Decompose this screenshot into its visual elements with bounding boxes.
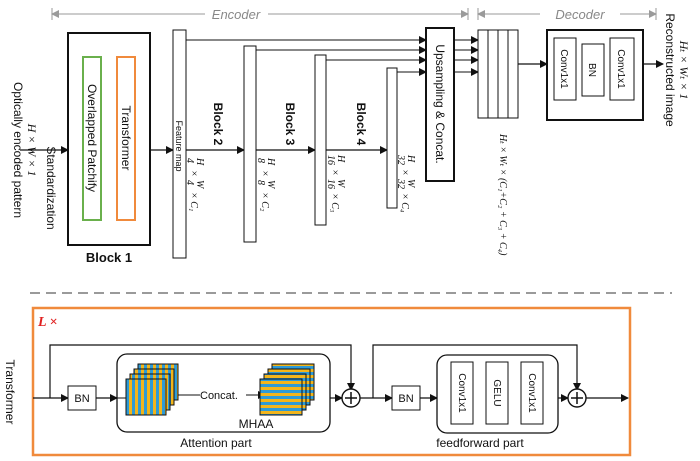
upsampling-label: Upsampling & Concat.	[433, 44, 447, 163]
decoder-bracket: Decoder	[477, 7, 657, 22]
svg-text:×: ×	[399, 169, 410, 176]
decoder-layer-2: Conv1x1	[615, 49, 626, 89]
output-label: Reconstructed image	[663, 13, 677, 127]
feedforward-part-label: feedforward part	[436, 436, 524, 450]
block1-title: Block 1	[86, 250, 132, 265]
svg-text:BN: BN	[74, 393, 89, 405]
decoder-block: Conv1x1 BN Conv1x1	[546, 29, 644, 121]
add-1	[341, 388, 361, 408]
output-dims: Hₜ × Wₜ × 1	[677, 40, 691, 100]
stage-dims-3: H 32 × W 32 × C₄	[395, 154, 416, 213]
concat-dims: Hₜ × Wₜ × (C₁+C₂ + C₃ + C₄)	[497, 133, 508, 256]
stage-name-0: Block 2	[211, 103, 225, 146]
block1-transformer-label: Transformer	[119, 106, 133, 171]
decoder-label: Decoder	[555, 7, 605, 22]
concat-op: Concat.	[200, 390, 238, 402]
stage-dims-1: H 8 × W 8 × C₂	[255, 157, 276, 212]
architecture-diagram: Encoder Decoder Optically encoded patter…	[3, 7, 691, 457]
stage-dims-2: H 16 × W 16 × C₃	[325, 154, 346, 213]
svg-text:BN: BN	[398, 393, 413, 405]
svg-text:32: 32	[395, 154, 406, 165]
upsample-to-concat	[454, 36, 479, 76]
decoder-layer-1: BN	[586, 63, 597, 77]
stage-name-1: Block 3	[283, 103, 297, 146]
svg-text:4: 4	[184, 180, 195, 185]
encoder-bracket: Encoder	[51, 7, 469, 22]
svg-text:×: ×	[259, 170, 270, 177]
svg-text:× C₁: × C₁	[188, 192, 199, 211]
svg-text:× C₄: × C₄	[399, 193, 410, 213]
standardization-label: Standardization	[44, 146, 58, 229]
stage-dims-0: H 4 × W 4 × C₁	[184, 157, 205, 211]
svg-text:32: 32	[395, 178, 406, 189]
decoder-layer-0: Conv1x1	[558, 49, 569, 89]
add-2	[567, 388, 587, 408]
skip-connections	[186, 36, 427, 76]
svg-text:16: 16	[325, 179, 336, 189]
block1: Overlapped Patchify Transformer Block 1	[67, 32, 151, 265]
feature-map-label: Feature map	[174, 120, 184, 171]
transformer-side-label: Transformer	[3, 360, 17, 425]
svg-text:16: 16	[325, 155, 336, 165]
svg-text:× C₃: × C₃	[329, 193, 340, 213]
encoder-label: Encoder	[212, 7, 261, 22]
svg-text:8: 8	[255, 180, 266, 185]
svg-text:×: ×	[329, 169, 340, 176]
feature-map-3	[314, 54, 327, 226]
feature-map-2	[243, 45, 257, 243]
attention-heads-right	[259, 363, 315, 416]
attention-heads-left	[125, 363, 179, 416]
ff-layer-1: GELU	[491, 379, 502, 406]
repeat-label: L ×	[37, 315, 58, 330]
svg-text:4: 4	[184, 158, 195, 163]
concat-stack	[477, 29, 519, 119]
mhaa-label: MHAA	[239, 417, 274, 431]
ff-layer-2: Conv1x1	[526, 373, 537, 413]
svg-text:×: ×	[188, 170, 199, 177]
attention-part-label: Attention part	[180, 436, 252, 450]
svg-text:× C₂: × C₂	[259, 192, 270, 212]
patchify-label: Overlapped Patchify	[85, 84, 99, 192]
stage-name-2: Block 4	[354, 103, 368, 146]
svg-text:8: 8	[255, 158, 266, 163]
ff-layer-0: Conv1x1	[456, 373, 467, 413]
